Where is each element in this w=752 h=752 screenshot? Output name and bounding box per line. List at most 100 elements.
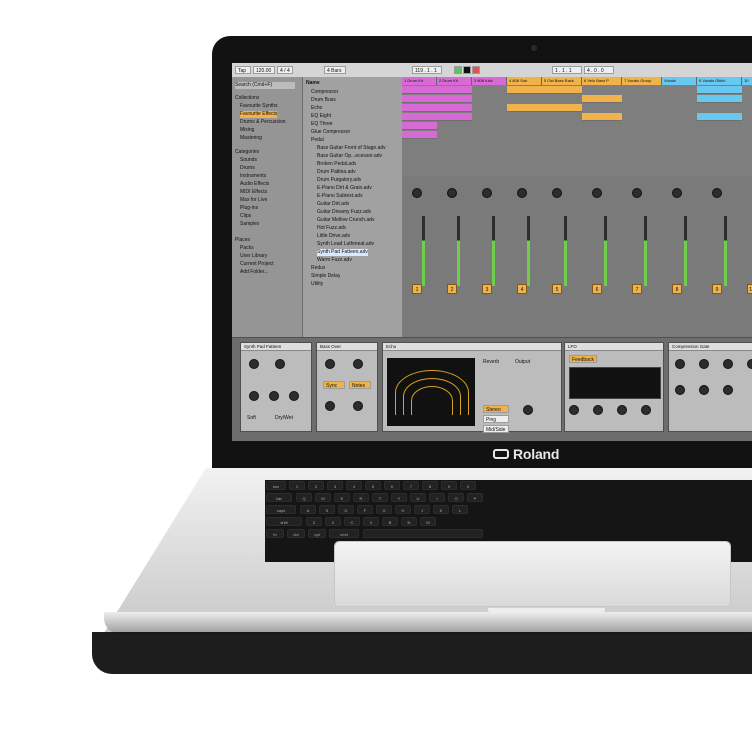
lfo-feedback-button[interactable]: Feedback [569, 355, 597, 363]
stereo-button[interactable]: Stereo [483, 405, 509, 413]
clip-slot[interactable] [402, 86, 437, 94]
track-header[interactable]: 7 Vocals Group [622, 77, 662, 85]
clip-slot[interactable] [582, 95, 622, 103]
category-item[interactable]: Sounds [240, 157, 257, 164]
clip-slot[interactable] [542, 104, 582, 112]
file-item[interactable]: Compressor [311, 89, 338, 96]
track-number-button[interactable]: 7 [632, 284, 642, 294]
send-knob[interactable] [552, 188, 562, 198]
category-item[interactable]: Audio Effects [240, 181, 269, 188]
send-knob[interactable] [592, 188, 602, 198]
loop-field[interactable]: 1 . 1 . 1 [552, 66, 582, 74]
collection-item[interactable]: Favourite Effects [240, 111, 278, 118]
clip-slot[interactable] [507, 104, 542, 112]
browser-search[interactable]: Search (Cmd+F) [235, 82, 295, 89]
phase-knob[interactable] [641, 405, 651, 415]
tap-button[interactable]: Tap [235, 66, 251, 74]
gain-knob[interactable] [249, 359, 259, 369]
file-item[interactable]: Guitar Dreamy Fuzz.adv [317, 209, 371, 216]
send-knob[interactable] [672, 188, 682, 198]
left-knob[interactable] [325, 359, 335, 369]
clip-slot[interactable] [402, 131, 437, 139]
output-knob[interactable] [275, 359, 285, 369]
loop-length-field[interactable]: 4 Bars [324, 66, 346, 74]
clip-slot[interactable] [402, 122, 437, 130]
track-header[interactable]: 2 Drum Kit [437, 77, 472, 85]
file-item[interactable]: E-Piano Subtext.adv [317, 193, 363, 200]
clip-slot[interactable] [542, 86, 582, 94]
file-item[interactable]: Guitar Dirt.adv [317, 201, 349, 208]
feedback-knob[interactable] [353, 401, 363, 411]
rate-knob[interactable] [569, 405, 579, 415]
track-number-button[interactable]: 9 [712, 284, 722, 294]
device-title[interactable]: Bass Over [317, 343, 377, 351]
collection-item[interactable]: Mastering [240, 135, 262, 142]
gain-knob[interactable] [699, 385, 709, 395]
file-item[interactable]: EQ Eight [311, 113, 331, 120]
track-number-button[interactable]: 10 [747, 284, 752, 294]
dry-wet-knob[interactable] [523, 405, 533, 415]
track-header[interactable]: 9 Vocals Glitch [697, 77, 742, 85]
file-item[interactable]: E-Piano Dirt & Grain.adv [317, 185, 372, 192]
stop-icon[interactable] [463, 66, 471, 74]
device-title[interactable]: Echo [383, 343, 561, 351]
bpm-field[interactable]: 120.00 [253, 66, 275, 74]
offset-knob[interactable] [617, 405, 627, 415]
category-item[interactable]: MIDI Effects [240, 189, 267, 196]
attack-knob[interactable] [723, 359, 733, 369]
file-item[interactable]: Bass Guitar Op...ecessor.adv [317, 153, 382, 160]
knee-knob[interactable] [675, 385, 685, 395]
device-title[interactable]: Compression Gate [669, 343, 752, 351]
file-item[interactable]: Synth Pad Fatteen.adv [317, 249, 368, 256]
category-item[interactable]: Drums [240, 165, 255, 172]
collection-item[interactable]: Favourite Synths [240, 103, 278, 110]
send-knob[interactable] [517, 188, 527, 198]
category-item[interactable]: Samples [240, 221, 259, 228]
signature-field[interactable]: 4 / 4 [277, 66, 293, 74]
track-number-button[interactable]: 3 [482, 284, 492, 294]
sync-button[interactable]: Sync [323, 381, 345, 389]
track-header[interactable]: Vocals [662, 77, 697, 85]
collection-item[interactable]: Drums & Percussion [240, 119, 286, 126]
dry-wet-knob[interactable] [723, 385, 733, 395]
clip-slot[interactable] [437, 104, 472, 112]
clip-slot[interactable] [697, 113, 742, 121]
file-item[interactable]: Little Drive.adv [317, 233, 350, 240]
file-item[interactable]: Utility [311, 281, 323, 288]
play-icon[interactable] [454, 66, 462, 74]
track-header[interactable]: 4 808 Sub [507, 77, 542, 85]
device-title[interactable]: LFO [565, 343, 663, 351]
threshold-knob[interactable] [675, 359, 685, 369]
treble-knob[interactable] [289, 391, 299, 401]
clip-slot[interactable] [437, 95, 472, 103]
track-number-button[interactable]: 5 [552, 284, 562, 294]
file-item[interactable]: Synth Lead Luthmeat.adv [317, 241, 374, 248]
file-item[interactable]: Guitar Mellow Crunch.adv [317, 217, 375, 224]
file-item[interactable]: Drum Pattina.adv [317, 169, 356, 176]
send-knob[interactable] [482, 188, 492, 198]
send-knob[interactable] [632, 188, 642, 198]
loop-length[interactable]: 4 . 0 . 0 [584, 66, 614, 74]
category-item[interactable]: Plug-ins [240, 205, 258, 212]
file-item[interactable]: Drum Buss [311, 97, 336, 104]
category-item[interactable]: Clips [240, 213, 251, 220]
place-item[interactable]: Current Project [240, 261, 274, 268]
depth-knob[interactable] [593, 405, 603, 415]
input-knob[interactable] [325, 401, 335, 411]
track-header[interactable]: 3 808 Kick [472, 77, 507, 85]
file-item[interactable]: Simple Delay [311, 273, 340, 280]
notes-button[interactable]: Notes [349, 381, 371, 389]
track-header[interactable]: 10 [742, 77, 752, 85]
clip-slot[interactable] [582, 113, 622, 121]
clip-slot[interactable] [402, 104, 437, 112]
track-number-button[interactable]: 8 [672, 284, 682, 294]
clip-slot[interactable] [437, 86, 472, 94]
ping-pong-button[interactable]: Ping Pong [483, 415, 509, 431]
release-knob[interactable] [747, 359, 752, 369]
position-field[interactable]: 119 . 1 . 1 [412, 66, 442, 74]
file-item[interactable]: Echo [311, 105, 322, 112]
right-knob[interactable] [353, 359, 363, 369]
track-header[interactable]: 5 Ost Bass Rack [542, 77, 582, 85]
clip-slot[interactable] [437, 113, 472, 121]
clip-slot[interactable] [697, 86, 742, 94]
